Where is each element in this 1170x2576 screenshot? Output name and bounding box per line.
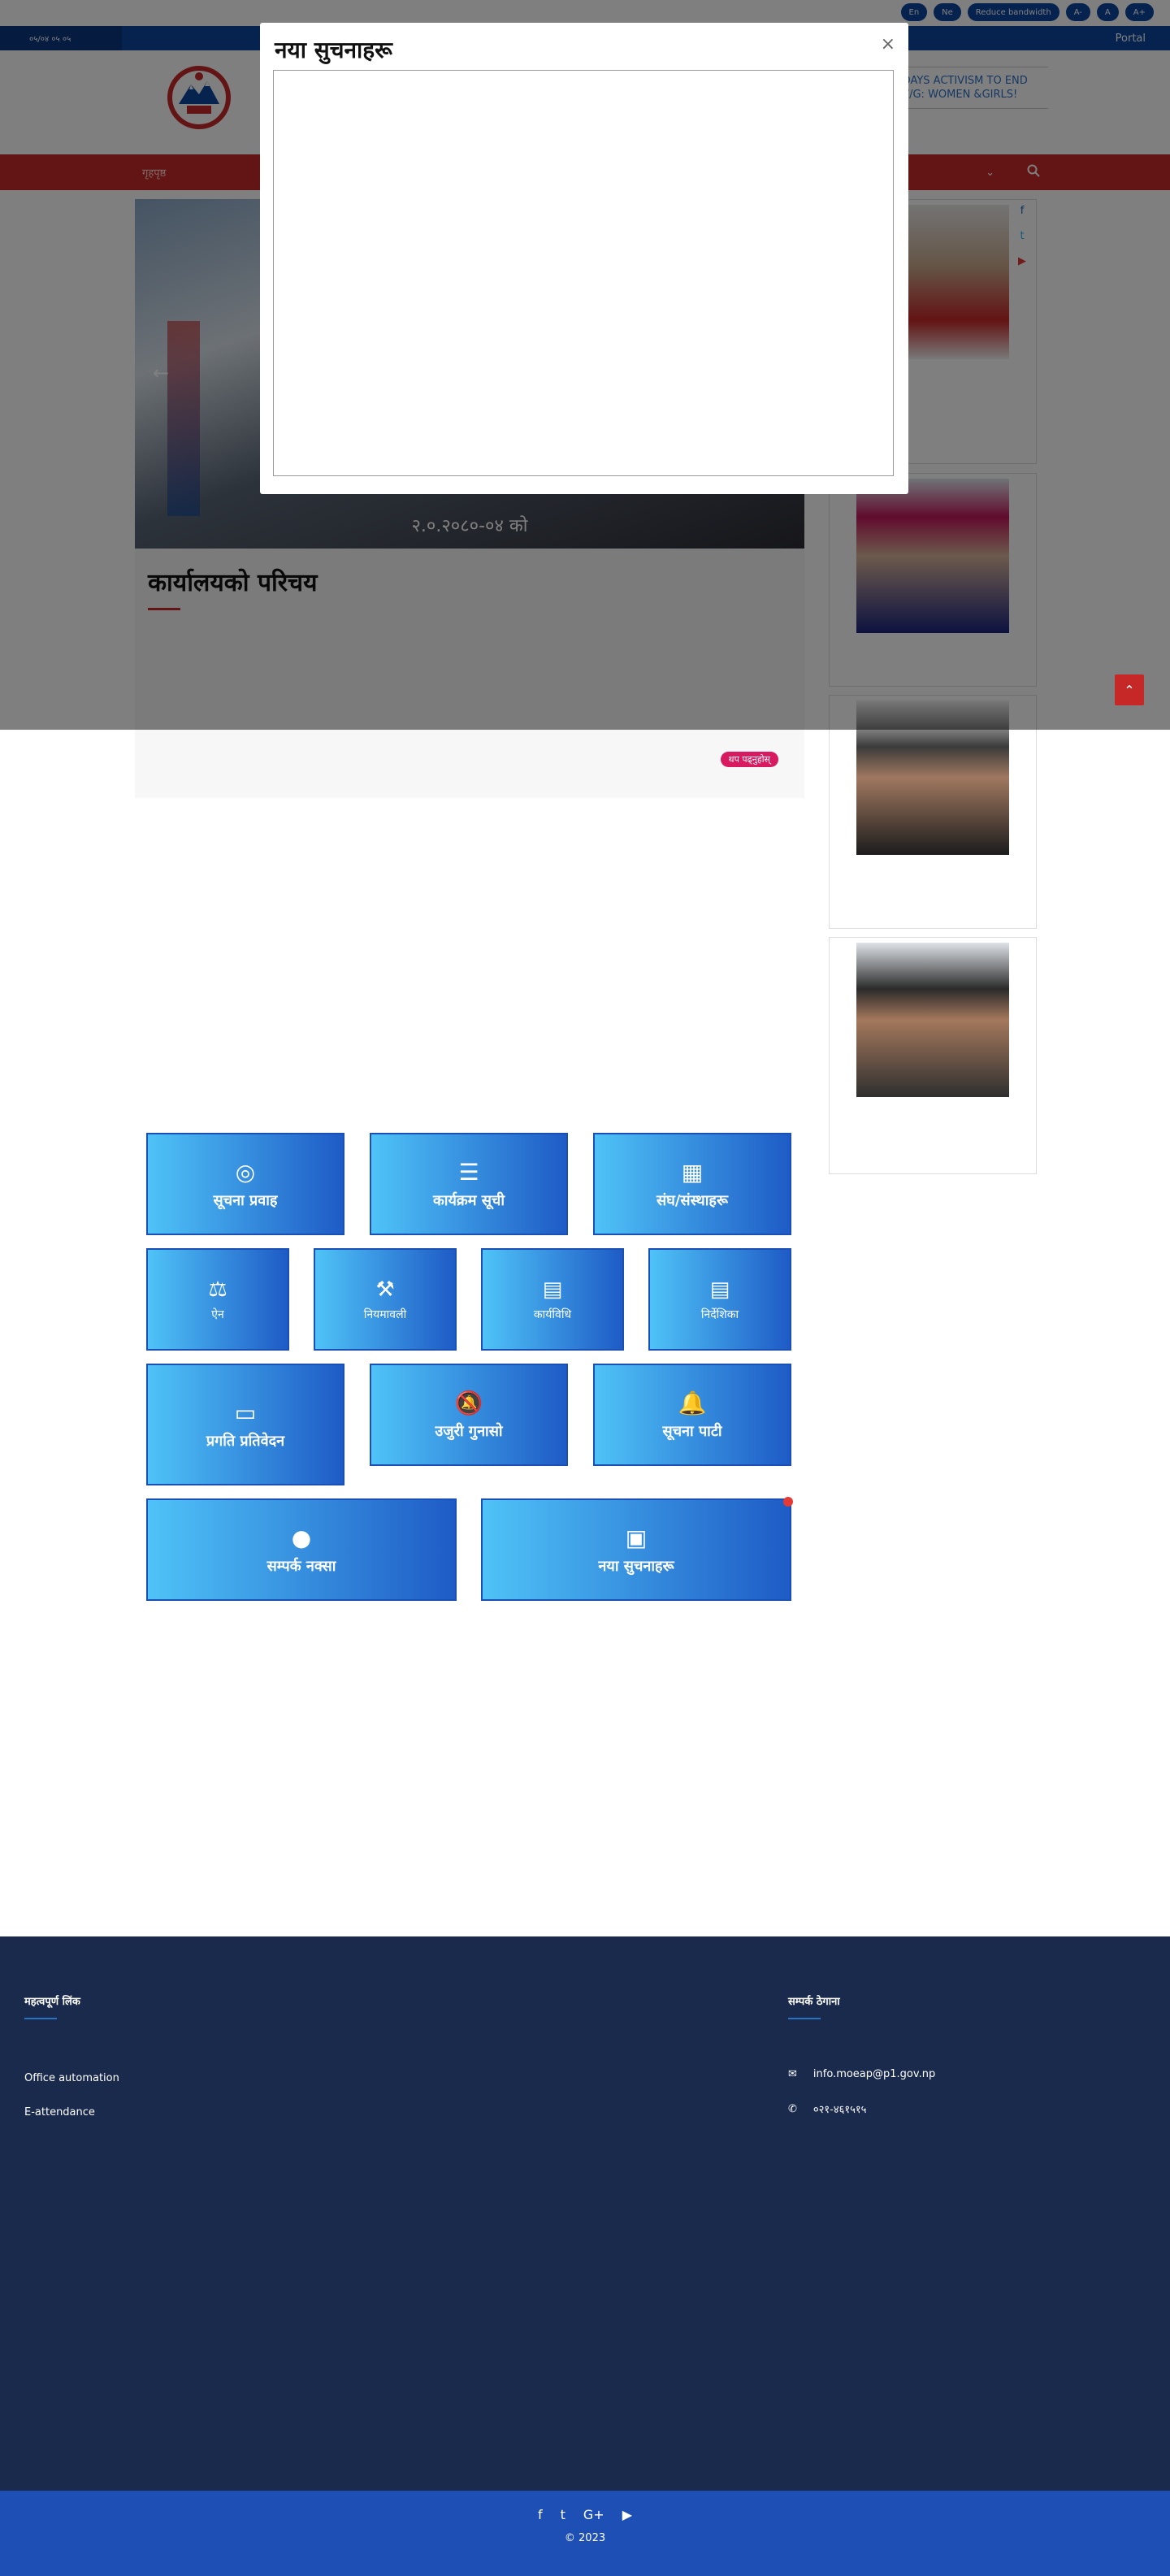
tile-information-flow[interactable]: ◎ सूचना प्रवाह (146, 1133, 344, 1235)
book-icon: ▤ (709, 1277, 730, 1302)
gavel-icon: ⚒ (375, 1277, 395, 1302)
tile-complaint[interactable]: 🔕 उजुरी गुनासो (370, 1364, 568, 1466)
tile-progress-report[interactable]: ▭ प्रगति प्रतिवेदन (146, 1364, 344, 1485)
tile-label: निर्देशिका (700, 1308, 739, 1321)
notification-dot (783, 1497, 793, 1507)
tile-new-notices[interactable]: ▣ नया सुचनाहरू (481, 1498, 791, 1601)
tile-label: सम्पर्क नक्सा (266, 1557, 336, 1575)
tile-label: ऐन (211, 1308, 224, 1321)
bell-icon: 🔔 (678, 1389, 707, 1416)
profile-card-4 (829, 937, 1037, 1174)
footer-heading: सम्पर्क ठेगाना (788, 1996, 840, 2008)
map-marker-icon: ● (291, 1524, 312, 1551)
profile-photo (856, 943, 1009, 1097)
close-icon[interactable]: × (881, 34, 895, 54)
youtube-icon[interactable]: ▶ (622, 2507, 632, 2522)
profile-card-3 (829, 695, 1037, 929)
document-icon: ▭ (234, 1399, 257, 1426)
google-plus-icon[interactable]: G+ (583, 2507, 604, 2522)
site-footer: महत्वपूर्ण लिंक Office automation E-atte… (0, 1936, 1170, 2491)
tile-organizations[interactable]: ▦ संघ/संस्थाहरू (593, 1133, 791, 1235)
tile-label: नया सुचनाहरू (598, 1557, 674, 1575)
target-icon: ◎ (235, 1158, 256, 1186)
scroll-to-top-button[interactable]: ⌃ (1115, 674, 1144, 705)
tile-directive[interactable]: ▤ निर्देशिका (648, 1248, 791, 1351)
footer-link-office-automation[interactable]: Office automation (24, 2068, 260, 2089)
facebook-icon[interactable]: f (538, 2507, 543, 2522)
footer-heading-underline (24, 2018, 57, 2019)
footer-col-links: महत्वपूर्ण लिंक Office automation E-atte… (24, 1993, 260, 2136)
envelope-icon: ✉ (788, 2068, 797, 2080)
tile-label: कार्यक्रम सूची (432, 1191, 505, 1209)
bell-slash-icon: 🔕 (454, 1389, 483, 1416)
footer-heading: महत्वपूर्ण लिंक (24, 1996, 80, 2008)
scale-icon: ⚖ (208, 1277, 228, 1302)
twitter-icon[interactable]: t (561, 2507, 566, 2522)
tile-label: उजुरी गुनासो (435, 1422, 503, 1440)
bottom-bar: f t G+ ▶ © 2023 (0, 2491, 1170, 2576)
footer-social-icons: f t G+ ▶ (0, 2491, 1170, 2522)
tile-label: सूचना प्रवाह (213, 1191, 278, 1209)
tile-procedure[interactable]: ▤ कार्यविधि (481, 1248, 624, 1351)
sticky-note-icon: ▣ (625, 1524, 648, 1551)
modal-title: नया सुचनाहरू (275, 37, 392, 63)
footer-heading-underline (788, 2018, 821, 2019)
modal-content-frame[interactable] (273, 70, 894, 476)
phone-text: ०२१-४६१५१५ (812, 2104, 867, 2116)
tile-label: संघ/संस्थाहरू (656, 1191, 728, 1209)
tile-contact-map[interactable]: ● सम्पर्क नक्सा (146, 1498, 457, 1601)
phone-icon: ✆ (788, 2102, 797, 2115)
footer-col-contact: सम्पर्क ठेगाना ✉ info.moeap@p1.gov.np ✆ … (788, 1993, 1129, 2137)
footer-phone: ✆ ०२१-४६१५१५ (788, 2101, 1129, 2117)
tile-act[interactable]: ⚖ ऐन (146, 1248, 289, 1351)
building-icon: ▦ (681, 1158, 704, 1186)
book-icon: ▤ (542, 1277, 563, 1302)
tile-label: नियमावली (363, 1308, 407, 1321)
list-icon: ☰ (458, 1158, 479, 1186)
read-more-button[interactable]: थप पढ्नुहोस् (720, 752, 778, 767)
tile-label: सूचना पाटी (662, 1422, 722, 1440)
tile-label: प्रगति प्रतिवेदन (206, 1432, 285, 1450)
footer-link-e-attendance[interactable]: E-attendance (24, 2102, 260, 2123)
tile-label: कार्यविधि (533, 1308, 572, 1321)
tile-program-list[interactable]: ☰ कार्यक्रम सूची (370, 1133, 568, 1235)
email-text[interactable]: info.moeap@p1.gov.np (813, 2068, 935, 2080)
chevron-double-up-icon: ⌃ (1124, 682, 1135, 698)
tile-notice-board[interactable]: 🔔 सूचना पाटी (593, 1364, 791, 1466)
tile-regulation[interactable]: ⚒ नियमावली (314, 1248, 457, 1351)
notice-modal: नया सुचनाहरू × (260, 23, 908, 494)
footer-email: ✉ info.moeap@p1.gov.np (788, 2068, 1129, 2080)
copyright-text: © 2023 (564, 2532, 606, 2544)
